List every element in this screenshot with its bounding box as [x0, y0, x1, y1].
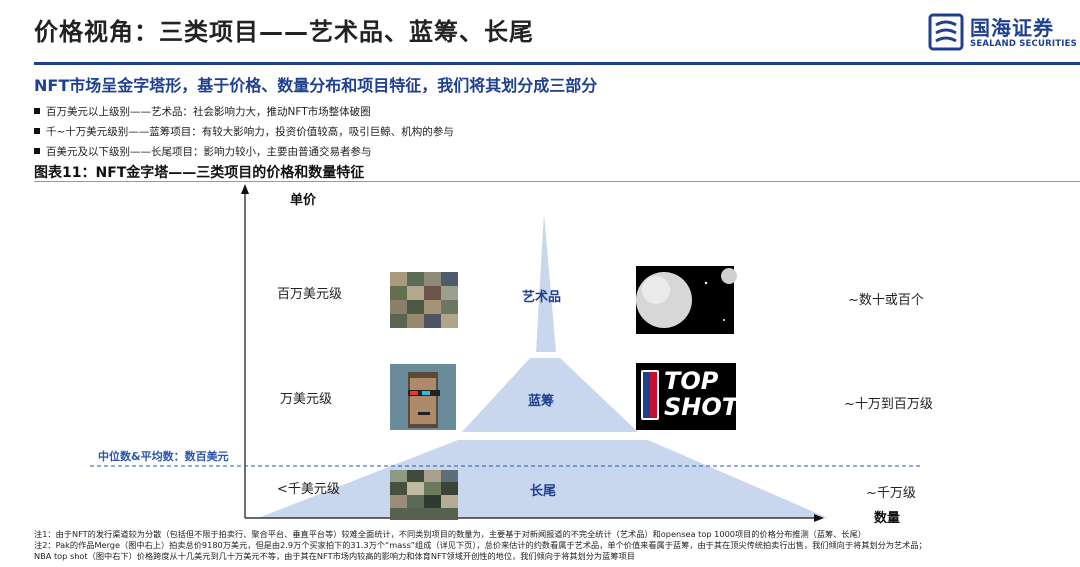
- price-label-top: 百万美元级: [277, 287, 343, 302]
- footnote-3: NBA top shot（图中右下）价格跨度从十几美元到几十万美元不等，由于其在…: [34, 551, 635, 561]
- price-label-middle: 万美元级: [280, 392, 333, 407]
- price-label-bottom: <千美元级: [277, 482, 340, 497]
- tier-name-bluechip: 蓝筹: [528, 394, 555, 409]
- mass-collage-image: [390, 470, 458, 520]
- spheres-artwork-image: [636, 266, 737, 334]
- median-label: 中位数&平均数：数百美元: [98, 450, 229, 463]
- tier-name-art: 艺术品: [522, 290, 562, 305]
- y-axis-label: 单价: [290, 193, 317, 208]
- count-label-bottom: ~千万级: [866, 486, 916, 501]
- tier-name-longtail: 长尾: [530, 484, 557, 499]
- topshot-wordmark: TOP SHOT: [664, 368, 738, 420]
- x-axis-label: 数量: [874, 511, 901, 526]
- count-label-top: ~数十或百个: [848, 293, 924, 308]
- pyramid-top-tier: [536, 213, 556, 352]
- cryptopunk-image: [390, 364, 456, 430]
- topshot-line-2: SHOT: [664, 393, 739, 421]
- topshot-line-1: TOP: [664, 367, 719, 395]
- pyramid-bottom-tier: [258, 440, 828, 518]
- y-axis-arrow-icon: [241, 184, 249, 194]
- count-label-middle: ~十万到百万级: [844, 397, 933, 412]
- mosaic-collage-image: [390, 272, 458, 328]
